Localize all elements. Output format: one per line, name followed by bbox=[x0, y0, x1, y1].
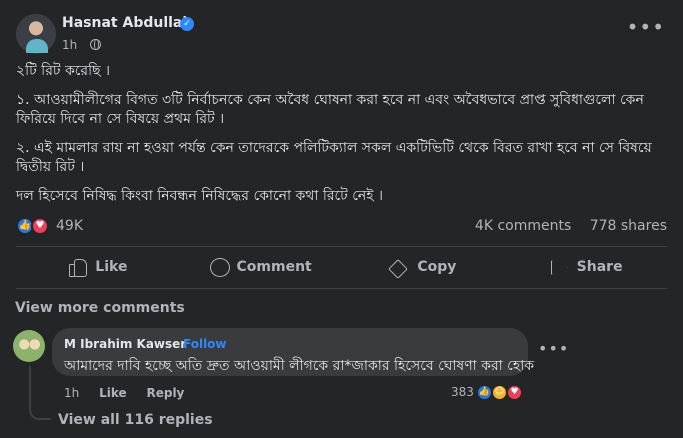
comment-reply-button[interactable]: Reply bbox=[146, 386, 184, 400]
author-avatar[interactable] bbox=[16, 14, 56, 54]
comment-button[interactable]: Comment bbox=[179, 248, 342, 286]
share-label: Share bbox=[576, 259, 623, 275]
comment-label: Comment bbox=[236, 259, 312, 275]
view-more-comments-link[interactable]: View more comments bbox=[15, 300, 185, 316]
divider bbox=[16, 246, 667, 247]
follow-button[interactable]: Follow bbox=[183, 337, 227, 351]
comment-bubble-icon bbox=[209, 257, 230, 277]
reaction-summary: 👍 ♥ 49K 4K comments 778 shares bbox=[16, 216, 667, 236]
post-header: Hasnat Abdullah ✓ 1h ••• bbox=[16, 12, 667, 56]
view-replies-link[interactable]: View all 116 replies bbox=[58, 412, 213, 428]
name-separator: · bbox=[176, 337, 180, 351]
commenter-name[interactable]: M Ibrahim Kawser bbox=[64, 337, 186, 351]
comment-options-icon[interactable]: ••• bbox=[538, 341, 569, 357]
post-paragraph: দল হিসেবে নিষিদ্ধ কিংবা নিবন্ধন নিষিদ্ধে… bbox=[16, 188, 384, 204]
love-reaction-icon: ♥ bbox=[31, 217, 49, 235]
love-reaction-icon: ♥ bbox=[506, 384, 523, 401]
verified-badge-icon: ✓ bbox=[180, 17, 194, 31]
thumbs-up-icon bbox=[67, 257, 88, 277]
post-paragraph: ১. আওয়ামীলীগের বিগত ৩টি নির্বাচনকে কেন … bbox=[16, 92, 644, 127]
like-label: Like bbox=[95, 259, 128, 275]
author-name[interactable]: Hasnat Abdullah bbox=[62, 15, 192, 31]
comment-meta: 1h Like Reply bbox=[64, 386, 200, 400]
facebook-post: Hasnat Abdullah ✓ 1h ••• ২টি রিট করেছি ।… bbox=[0, 0, 683, 438]
post-body: ২টি রিট করেছি । ১. আওয়ামীলীগের বিগত ৩টি… bbox=[16, 62, 671, 216]
copy-label: Copy bbox=[417, 259, 457, 275]
share-arrow-icon bbox=[549, 257, 569, 277]
like-button[interactable]: Like bbox=[16, 248, 179, 286]
copy-button[interactable]: Copy bbox=[342, 248, 505, 286]
shares-count[interactable]: 778 shares bbox=[590, 218, 667, 234]
post-paragraph: ২. এই মামলার রায় না হওয়া পর্যন্ত কেন ত… bbox=[16, 140, 652, 175]
share-button[interactable]: Share bbox=[504, 248, 667, 286]
comment-like-button[interactable]: Like bbox=[99, 386, 127, 400]
more-options-icon[interactable]: ••• bbox=[627, 17, 665, 37]
comment-reaction-count: 383 bbox=[451, 385, 474, 399]
comment-bubble: M Ibrahim Kawser · Follow আমাদের দাবি হচ… bbox=[52, 328, 534, 376]
comment-text: আমাদের দাবি হচ্ছে অতি দ্রুত আওয়ামী লীগক… bbox=[64, 358, 535, 374]
copy-icon bbox=[389, 257, 409, 277]
post-time[interactable]: 1h bbox=[62, 38, 77, 52]
post-actions: Like Comment Copy Share bbox=[16, 248, 667, 286]
divider bbox=[16, 288, 667, 289]
comment-time[interactable]: 1h bbox=[64, 386, 79, 400]
reply-thread-line bbox=[29, 366, 51, 420]
comments-count[interactable]: 4K comments bbox=[475, 218, 571, 234]
commenter-avatar[interactable] bbox=[13, 330, 45, 362]
reaction-count[interactable]: 49K bbox=[56, 218, 83, 234]
globe-icon bbox=[90, 39, 101, 50]
post-paragraph: ২টি রিট করেছি । bbox=[16, 63, 111, 79]
